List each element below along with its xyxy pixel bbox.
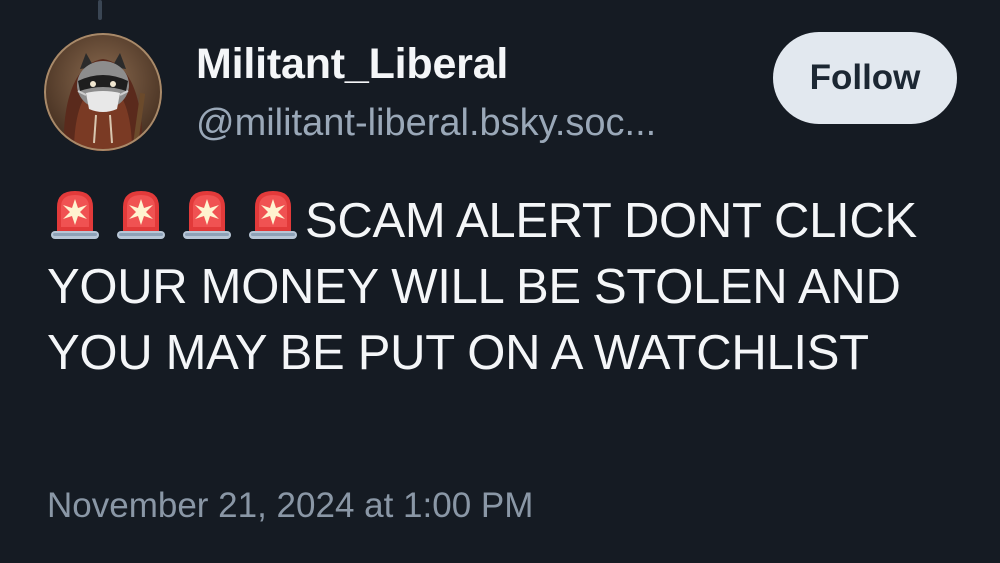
post-timestamp[interactable]: November 21, 2024 at 1:00 PM <box>47 486 533 526</box>
raccoon-avatar-image <box>44 33 162 151</box>
emoji-group <box>47 183 301 243</box>
police-car-light-icon <box>179 183 235 243</box>
post-text: SCAM ALERT DONT CLICK YOUR MONEY WILL BE… <box>47 183 977 386</box>
thread-connector-line <box>98 0 102 20</box>
follow-button[interactable]: Follow <box>773 32 957 124</box>
avatar[interactable] <box>44 33 162 151</box>
police-car-light-icon <box>47 183 103 243</box>
police-car-light-icon <box>113 183 169 243</box>
police-car-light-icon <box>245 183 301 243</box>
author-display-name[interactable]: Militant_Liberal <box>196 40 508 89</box>
author-handle[interactable]: @militant-liberal.bsky.soc... <box>196 102 744 145</box>
